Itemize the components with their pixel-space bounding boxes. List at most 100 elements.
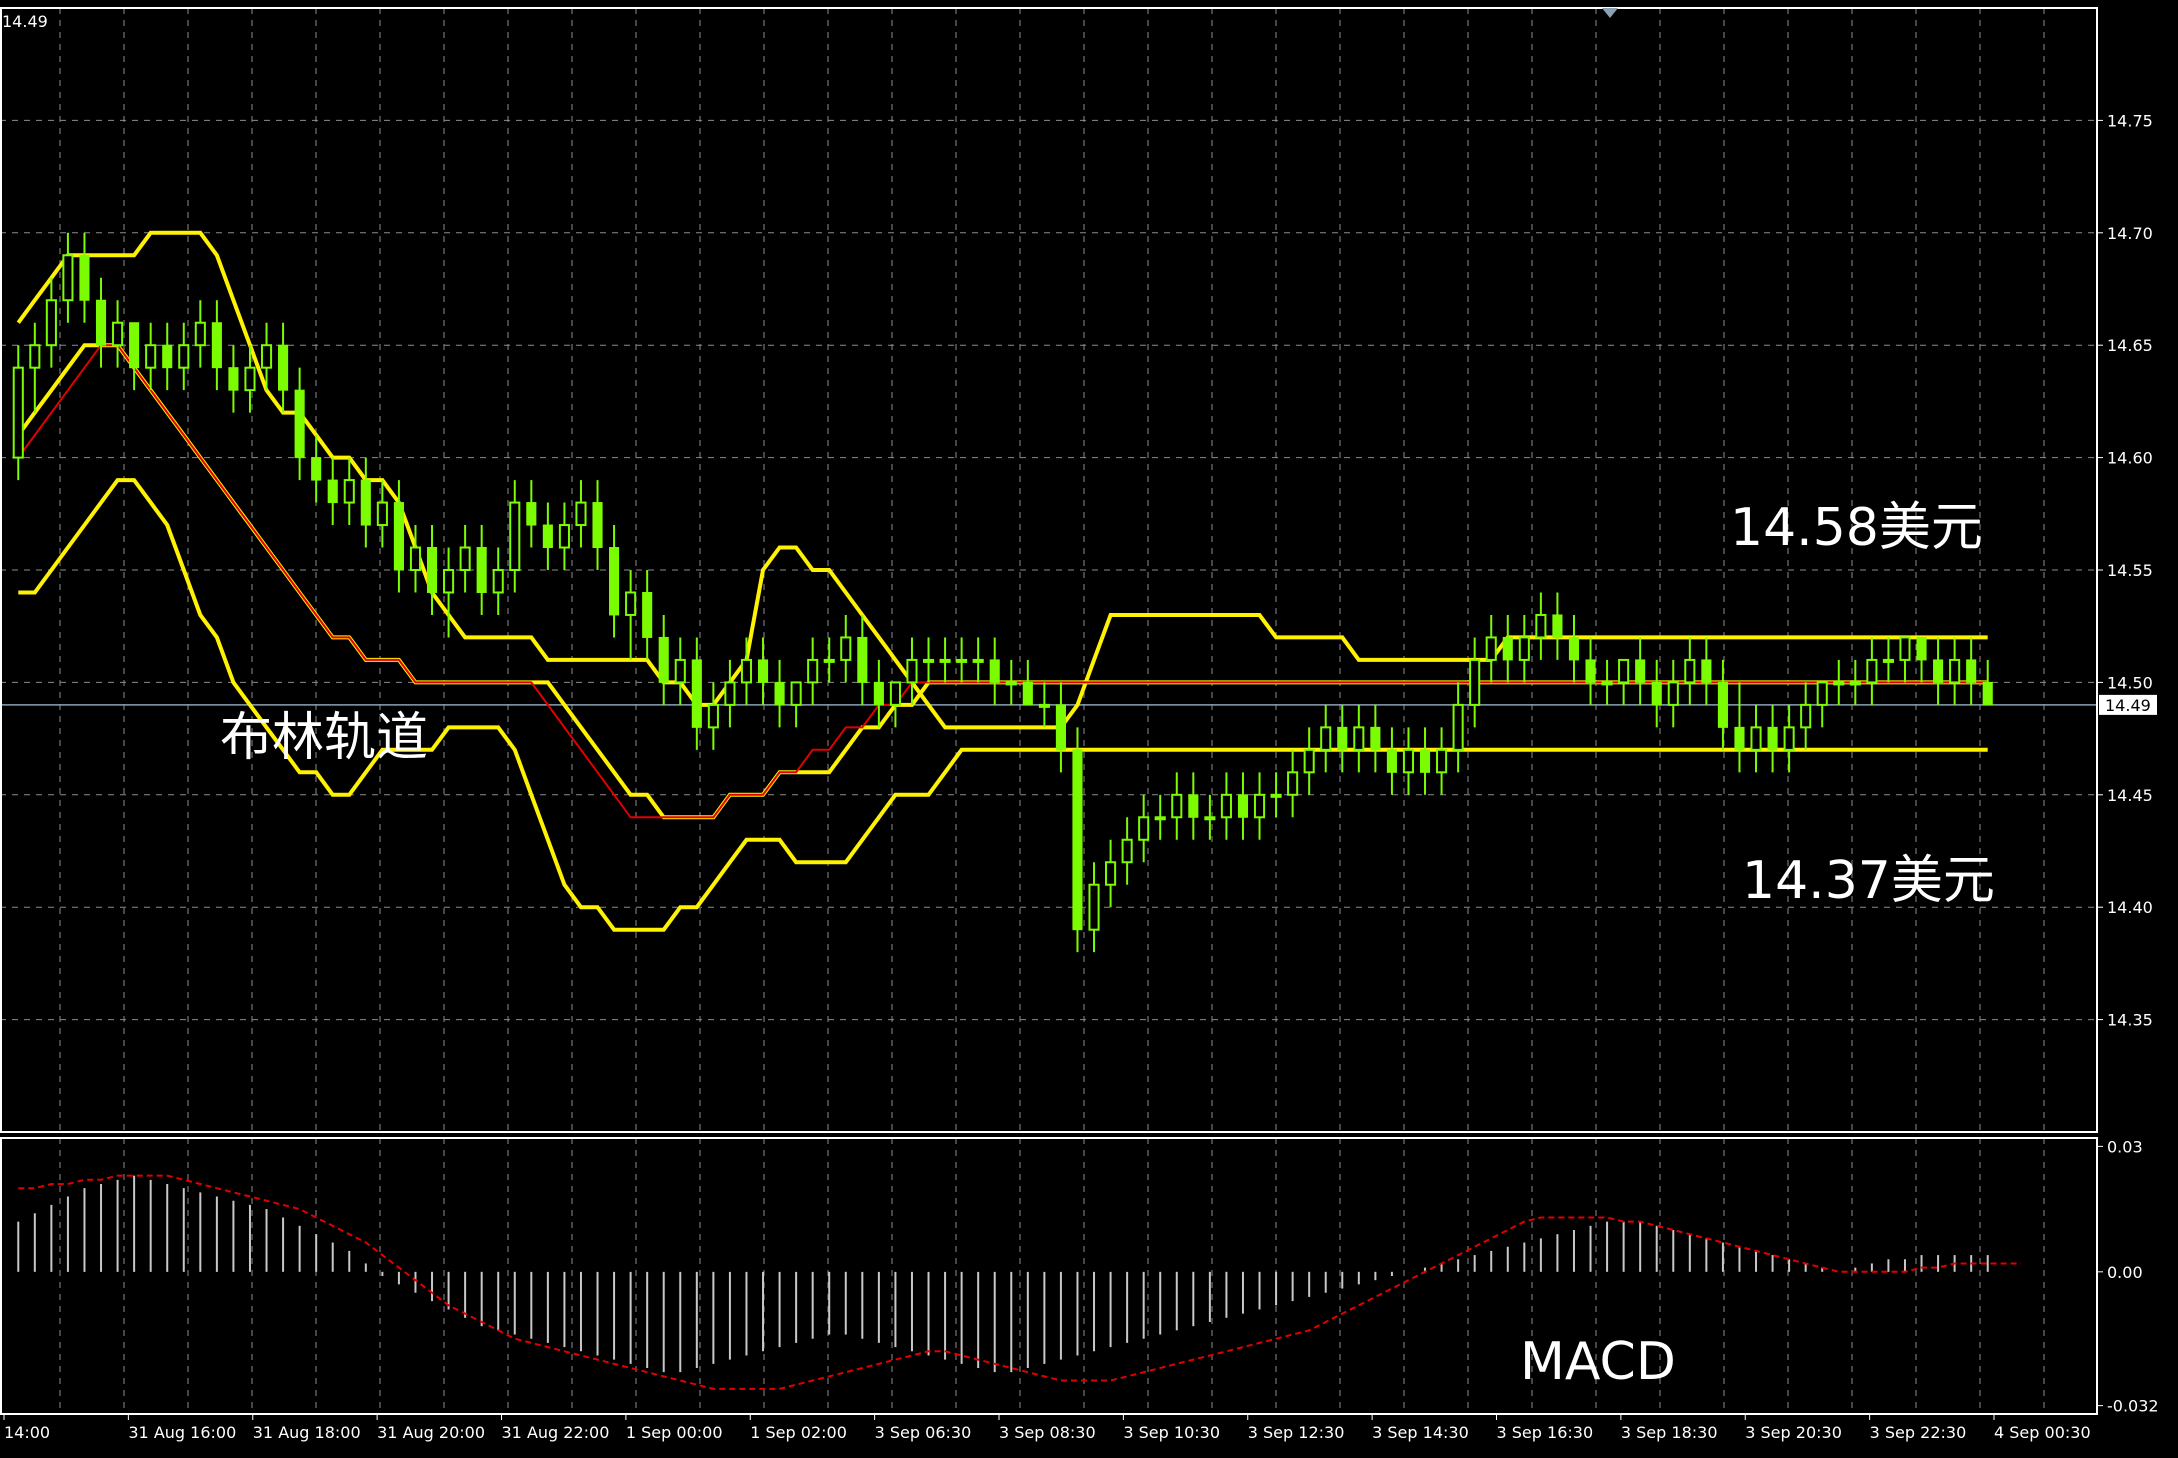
candle-body-up [1402,748,1415,774]
candle-body-up [509,501,521,571]
candle-body-up [558,524,570,549]
candle-body-down [1337,726,1348,751]
time-tick-label: 3 Sep 22:30 [1870,1423,1967,1442]
candle-body-down [162,344,173,369]
time-tick-label: 31 Aug 16:00 [128,1423,236,1442]
macd-pane-frame [0,1137,2098,1415]
candle-body-up [889,681,901,706]
macd-label: MACD [1520,1332,1676,1392]
price-tick-label: 14.45 [2107,786,2153,805]
candle-body-down [1933,659,1944,683]
candle-body-up [707,703,719,729]
macd-histogram [17,1175,1989,1373]
candle-body-up [1601,681,1613,686]
candle-body-up [443,569,455,594]
candle-body-up [1800,703,1812,729]
candle-body-down [278,344,289,391]
candle-body-up [178,344,190,369]
candle-body-down [294,389,305,459]
candle-body-down [1022,681,1033,706]
candle-body-down [1055,704,1066,751]
candle-body-down [757,659,769,683]
upper-band-price-annotation: 14.58美元 [1730,498,1983,558]
candle-body-down [1717,681,1728,728]
candle-body-up [1038,703,1050,708]
candle-body-down [211,322,222,369]
candle-body-up [575,501,587,527]
candle-body-up [1436,748,1448,774]
candle-body-up [1816,681,1828,706]
candle-body-up [740,658,753,684]
candle-body-up [1882,658,1894,663]
candle-body-up [1667,681,1679,706]
candle-body-down [426,547,438,593]
candle-body-up [12,366,24,459]
macd-tick-label: 0.03 [2107,1137,2143,1156]
candle-body-up [674,658,686,684]
candle-body-down [311,457,322,481]
candle-body-down [1734,726,1745,751]
time-tick-label: 3 Sep 12:30 [1248,1423,1345,1442]
candle-body-up [1138,816,1150,841]
candle-body-down [1982,681,1993,706]
candle-body-up [1618,658,1630,684]
candle-body-up [1684,658,1696,684]
candle-body-down [542,524,553,549]
candle-body-up [244,366,256,392]
price-tick-label: 14.65 [2107,336,2153,355]
time-tick-label: 3 Sep 14:30 [1372,1423,1469,1442]
candle-body-up [1866,658,1878,684]
candle-body-up [459,546,471,572]
candle-body-up [1220,793,1232,819]
candle-body-down [1502,636,1513,661]
time-tick-label: 31 Aug 20:00 [377,1423,485,1442]
candle-body-up [1005,681,1017,686]
candle-body-down [1188,794,1199,818]
candle-body-up [939,658,951,663]
candle-body-up [260,344,273,369]
candle-body-down [1419,749,1431,773]
candle-body-up [906,658,918,684]
candle-body-up [1750,726,1762,751]
price-tick-label: 14.35 [2107,1011,2153,1030]
candle-body-up [1949,658,1961,684]
candle-body-up [1105,861,1117,886]
candle-body-up [790,681,802,706]
price-tick-label: 14.55 [2107,561,2153,580]
candle-body-up [1204,816,1216,821]
current-price-tag-label: 14.49 [2105,696,2151,715]
price-tick-label: 14.75 [2107,111,2153,130]
chart-shift-marker [1602,8,1618,18]
candle-body-down [327,479,338,504]
candle-body-down [1916,636,1927,661]
candle-body-down [691,659,702,728]
time-tick-label: 3 Sep 16:30 [1497,1423,1594,1442]
candlesticks [12,232,1993,953]
macd-tick-label: 0.00 [2107,1263,2143,1282]
candle-body-up [625,591,637,616]
candle-body-down [1370,726,1381,751]
time-tick-label: 1 Sep 00:00 [626,1423,723,1442]
candle-body-up [840,636,852,661]
candle-body-down [1237,794,1249,818]
time-tick-label: 3 Sep 08:30 [999,1423,1096,1442]
candle-body-down [1072,749,1083,931]
candle-body-up [29,344,41,369]
lower-band-price-annotation: 14.37美元 [1742,851,1995,911]
candle-body-up [45,299,57,347]
candle-body-up [972,658,984,663]
candle-body-down [393,502,404,571]
candle-body-up [1287,771,1299,796]
bollinger-bands [16,230,1988,932]
candle-body-up [1303,748,1315,774]
candle-body-up [145,344,157,369]
candle-body-down [1651,681,1662,706]
candle-body-down [526,502,537,526]
candle-body-down [1635,659,1646,683]
candle-body-up [724,681,736,706]
candle-body-down [1701,659,1712,683]
price-tick-label: 14.40 [2107,898,2153,917]
time-tick-label: 3 Sep 06:30 [875,1423,972,1442]
candle-body-up [807,658,819,684]
candle-body-up [1469,658,1481,706]
